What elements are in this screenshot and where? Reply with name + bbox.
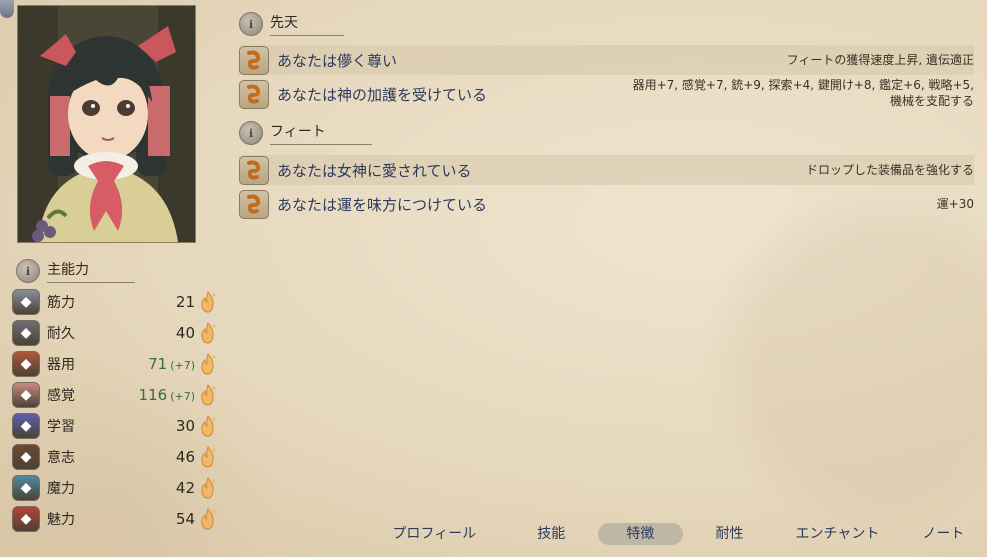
feat-row[interactable]: あなたは女神に愛されている ドロップした装備品を強化する — [239, 155, 974, 185]
stat-value-wrap: 71 (+7) — [107, 355, 199, 373]
book-icon: ◆ — [12, 413, 40, 439]
shield-icon: ◆ — [12, 444, 40, 470]
stat-row-7[interactable]: ◆ 魅力 54 — [12, 506, 217, 532]
tab-notes[interactable]: ノート — [909, 523, 978, 545]
feat-icon — [239, 189, 269, 219]
magic-icon: ◆ — [12, 475, 40, 501]
tab-traits[interactable]: 特徴 — [597, 523, 683, 545]
stat-value-wrap: 54 — [107, 510, 199, 528]
feat-description: 運+30 — [936, 197, 974, 211]
stat-value: 42 — [175, 479, 195, 497]
stat-value: 30 — [175, 417, 195, 435]
stat-name: 意志 — [47, 450, 75, 466]
armor-icon: ◆ — [12, 320, 40, 346]
trait-description: フィートの獲得速度上昇, 遺伝適正 — [786, 53, 974, 67]
stat-value-wrap: 30 — [107, 417, 199, 435]
section-header-icon: ℹ — [239, 12, 263, 36]
stat-value-wrap: 42 — [107, 479, 199, 497]
potential-flame-icon — [199, 322, 217, 344]
stat-name: 器用 — [47, 357, 75, 373]
portrait-illustration — [18, 6, 195, 242]
stat-name: 感覚 — [47, 388, 75, 404]
tab-enchantments[interactable]: エンチャント — [780, 523, 895, 545]
stat-row-3[interactable]: ◆ 感覚 116 (+7) — [12, 382, 217, 408]
stat-row-1[interactable]: ◆ 耐久 40 — [12, 320, 217, 346]
tab-resistances[interactable]: 耐性 — [697, 523, 762, 545]
tab-bar: プロフィール 技能 特徴 耐性 エンチャント ノート — [378, 521, 978, 547]
dexterity-icon: ◆ — [12, 351, 40, 377]
stat-value: 40 — [175, 324, 195, 342]
stat-row-6[interactable]: ◆ 魔力 42 — [12, 475, 217, 501]
trait-icon — [239, 79, 269, 109]
section-header-icon: ℹ — [239, 121, 263, 145]
innate-header-label: 先天 — [270, 12, 344, 36]
feat-icon — [239, 155, 269, 185]
stat-value: 21 — [175, 293, 195, 311]
potential-flame-icon — [199, 291, 217, 313]
feats-header-label: フィート — [270, 121, 372, 145]
potential-flame-icon — [199, 477, 217, 499]
potential-flame-icon — [199, 415, 217, 437]
feats-header: ℹ フィート — [239, 121, 372, 145]
character-portrait[interactable] — [17, 5, 196, 243]
trait-name: あなたは神の加護を受けている — [277, 85, 488, 104]
stat-value: 46 — [175, 448, 195, 466]
stat-name: 魅力 — [47, 512, 75, 528]
stat-value-wrap: 40 — [107, 324, 199, 342]
feat-name: あなたは運を味方につけている — [277, 195, 488, 214]
potential-flame-icon — [199, 353, 217, 375]
trait-name: あなたは儚く尊い — [277, 51, 398, 70]
crossed-swords-icon: ◆ — [12, 289, 40, 315]
perception-icon: ◆ — [12, 382, 40, 408]
stat-row-2[interactable]: ◆ 器用 71 (+7) — [12, 351, 217, 377]
stat-row-4[interactable]: ◆ 学習 30 — [12, 413, 217, 439]
stat-value: 54 — [175, 510, 195, 528]
stat-value-wrap: 116 (+7) — [107, 386, 199, 404]
stat-bonus: (+7) — [170, 390, 195, 403]
stat-bonus: (+7) — [170, 359, 195, 372]
trait-icon — [239, 45, 269, 75]
potential-flame-icon — [199, 446, 217, 468]
trait-row[interactable]: あなたは神の加護を受けている 器用+7, 感覚+7, 銃+9, 探索+4, 鍵開… — [239, 78, 974, 109]
stat-row-0[interactable]: ◆ 筋力 21 — [12, 289, 217, 315]
stats-header-label: 主能力 — [47, 259, 135, 283]
stat-value: 116 — [138, 386, 168, 404]
stat-name: 耐久 — [47, 326, 75, 342]
trait-row[interactable]: あなたは儚く尊い フィートの獲得速度上昇, 遺伝適正 — [239, 45, 974, 75]
corner-badge-icon — [0, 0, 14, 18]
feat-row[interactable]: あなたは運を味方につけている 運+30 — [239, 189, 974, 219]
stats-header: ℹ 主能力 — [16, 259, 135, 283]
trait-description-line2: 機械を支配する — [889, 94, 974, 108]
stat-value-wrap: 21 — [107, 293, 199, 311]
innate-header: ℹ 先天 — [239, 12, 344, 36]
section-header-icon: ℹ — [16, 259, 40, 283]
stat-value-wrap: 46 — [107, 448, 199, 466]
trait-description: 器用+7, 感覚+7, 銃+9, 探索+4, 鍵開け+8, 鑑定+6, 戦略+5… — [632, 78, 974, 92]
potential-flame-icon — [199, 384, 217, 406]
stat-row-5[interactable]: ◆ 意志 46 — [12, 444, 217, 470]
tab-profile[interactable]: プロフィール — [378, 523, 491, 545]
stat-name: 学習 — [47, 419, 75, 435]
feat-description: ドロップした装備品を強化する — [805, 163, 974, 177]
stat-name: 魔力 — [47, 481, 75, 497]
ribbon-icon: ◆ — [12, 506, 40, 532]
stat-name: 筋力 — [47, 295, 75, 311]
stat-value: 71 — [148, 355, 168, 373]
potential-flame-icon — [199, 508, 217, 530]
tab-skills[interactable]: 技能 — [519, 523, 584, 545]
feat-name: あなたは女神に愛されている — [277, 161, 472, 180]
